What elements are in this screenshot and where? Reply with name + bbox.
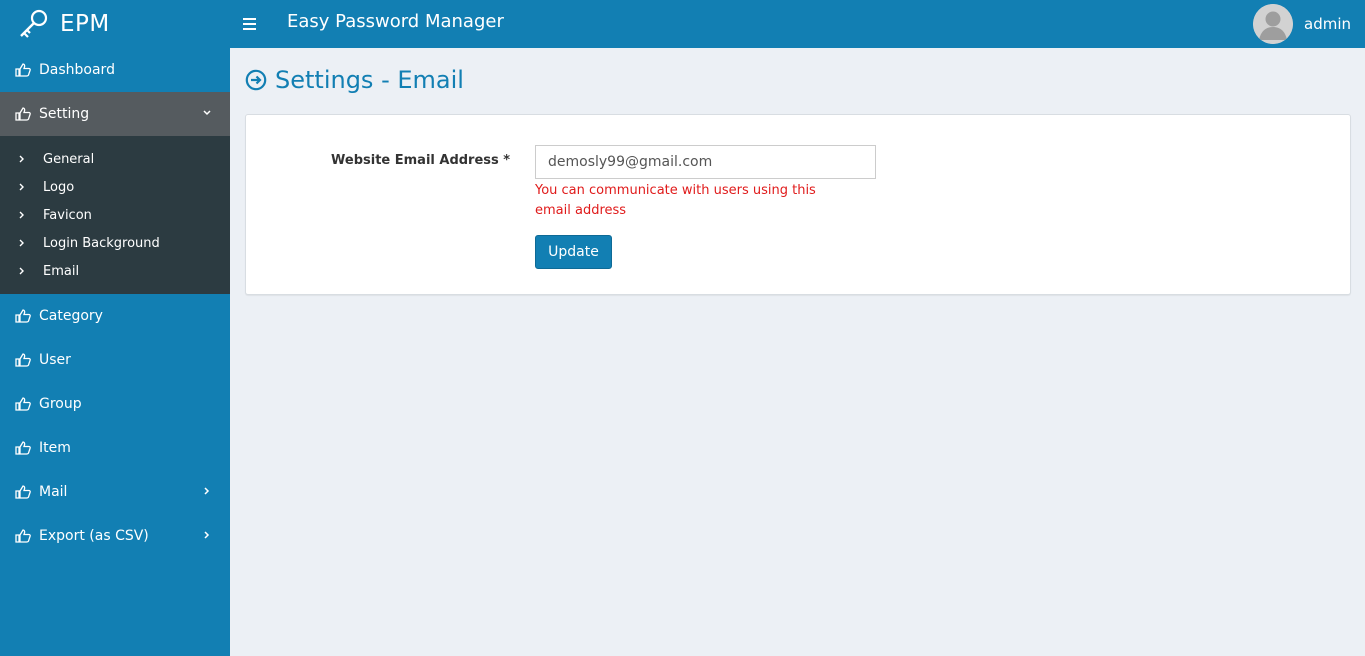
hand-pointing-icon bbox=[15, 63, 31, 77]
sidebar: Dashboard Setting General Logo Favicon L… bbox=[0, 48, 230, 656]
submenu-item-general[interactable]: General bbox=[0, 145, 230, 173]
hand-pointing-icon bbox=[15, 397, 31, 411]
page-title-text: Settings - Email bbox=[275, 66, 464, 94]
user-name: admin bbox=[1304, 15, 1351, 33]
email-help-text: You can communicate with users using thi… bbox=[535, 183, 816, 218]
submenu-item-login-background[interactable]: Login Background bbox=[0, 229, 230, 257]
sidebar-item-dashboard[interactable]: Dashboard bbox=[0, 48, 230, 92]
sidebar-item-group[interactable]: Group bbox=[0, 382, 230, 426]
submenu-item-logo[interactable]: Logo bbox=[0, 173, 230, 201]
sidebar-item-label: Setting bbox=[39, 106, 90, 122]
top-navbar: EPM Easy Password Manager admin bbox=[0, 0, 1365, 48]
sidebar-item-setting[interactable]: Setting bbox=[0, 92, 230, 136]
sidebar-item-label: Category bbox=[39, 308, 103, 324]
hamburger-icon bbox=[243, 28, 256, 30]
chevron-right-icon bbox=[204, 487, 210, 495]
submenu-item-label: Login Background bbox=[43, 235, 160, 251]
hand-pointing-icon bbox=[15, 309, 31, 323]
chevron-right-icon bbox=[19, 239, 24, 247]
avatar bbox=[1253, 4, 1293, 44]
sidebar-item-label: Item bbox=[39, 440, 71, 456]
sidebar-item-label: User bbox=[39, 352, 71, 368]
sidebar-item-label: Mail bbox=[39, 484, 68, 500]
key-icon bbox=[20, 9, 48, 38]
logo-text: EPM bbox=[60, 11, 110, 37]
email-field-label: Website Email Address * bbox=[331, 153, 511, 168]
sidebar-item-mail[interactable]: Mail bbox=[0, 470, 230, 514]
user-menu[interactable]: admin bbox=[1253, 3, 1351, 45]
submenu-item-favicon[interactable]: Favicon bbox=[0, 201, 230, 229]
chevron-right-icon bbox=[19, 211, 24, 219]
hamburger-icon bbox=[243, 23, 256, 25]
hand-pointing-icon bbox=[15, 485, 31, 499]
logo[interactable]: EPM bbox=[0, 0, 230, 48]
hand-pointing-icon bbox=[15, 529, 31, 543]
submenu-item-label: Favicon bbox=[43, 207, 92, 223]
chevron-right-icon bbox=[204, 531, 210, 539]
email-field[interactable] bbox=[535, 145, 876, 179]
sidebar-item-user[interactable]: User bbox=[0, 338, 230, 382]
sidebar-item-item[interactable]: Item bbox=[0, 426, 230, 470]
hand-pointing-icon bbox=[15, 107, 31, 121]
submenu-item-email[interactable]: Email bbox=[0, 257, 230, 285]
circle-arrow-right-icon bbox=[245, 69, 267, 91]
submenu-item-label: General bbox=[43, 151, 95, 167]
sidebar-item-label: Dashboard bbox=[39, 62, 115, 78]
update-button[interactable]: Update bbox=[535, 235, 612, 269]
submenu-item-label: Logo bbox=[43, 179, 75, 195]
user-silhouette-icon bbox=[1253, 4, 1293, 44]
sidebar-item-export-csv[interactable]: Export (as CSV) bbox=[0, 514, 230, 558]
submenu-item-label: Email bbox=[43, 263, 80, 279]
hand-pointing-icon bbox=[15, 353, 31, 367]
sidebar-item-label: Export (as CSV) bbox=[39, 528, 149, 544]
hand-pointing-icon bbox=[15, 441, 31, 455]
app-title: Easy Password Manager bbox=[287, 11, 504, 32]
chevron-right-icon bbox=[19, 183, 24, 191]
chevron-right-icon bbox=[19, 267, 24, 275]
setting-submenu: General Logo Favicon Login Background Em… bbox=[0, 136, 230, 294]
email-settings-card: Website Email Address * You can communic… bbox=[245, 114, 1351, 295]
hamburger-icon bbox=[243, 18, 256, 20]
sidebar-item-category[interactable]: Category bbox=[0, 294, 230, 338]
page-title: Settings - Email bbox=[245, 66, 464, 94]
chevron-right-icon bbox=[19, 155, 24, 163]
chevron-down-icon bbox=[203, 110, 211, 116]
sidebar-toggle-button[interactable] bbox=[243, 12, 263, 36]
sidebar-item-label: Group bbox=[39, 396, 82, 412]
